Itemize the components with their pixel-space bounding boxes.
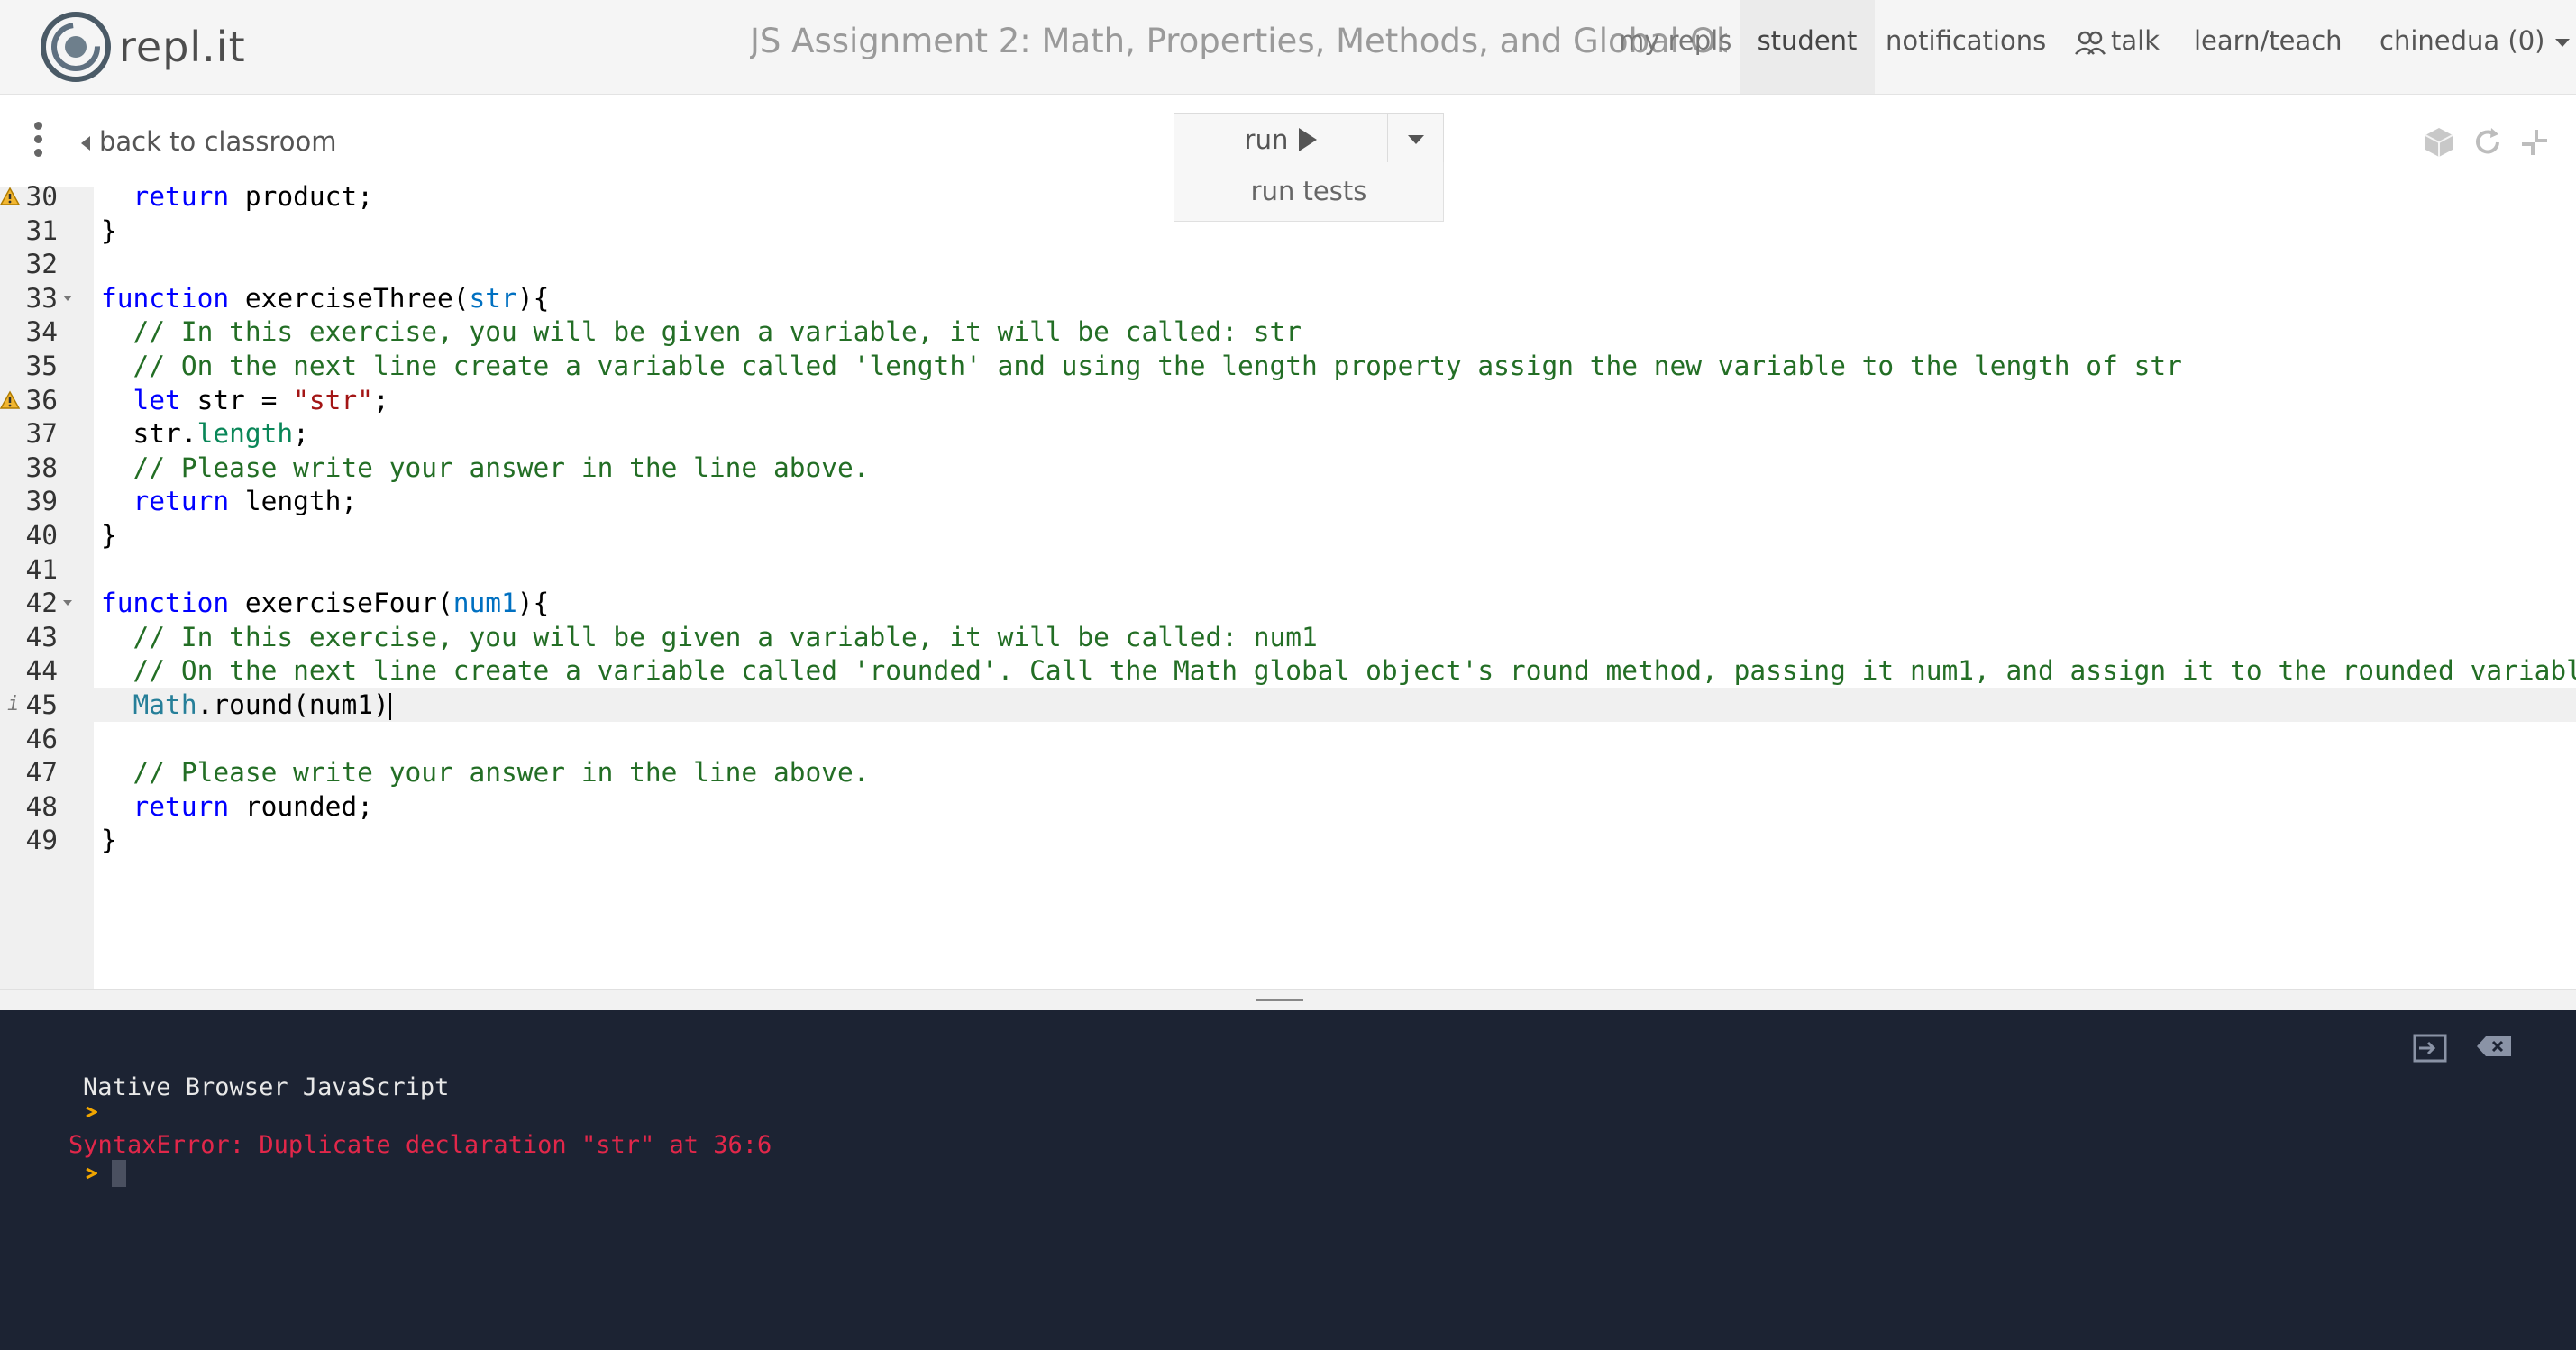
line-number: 41 (25, 553, 58, 585)
code-text[interactable]: // Please write your answer in the line … (101, 755, 870, 789)
code-text[interactable]: // On the next line create a variable ca… (101, 653, 2576, 688)
logo-text: repl.it (119, 23, 246, 71)
code-text[interactable]: str.length; (101, 416, 309, 451)
fold-arrow-icon[interactable] (63, 600, 72, 607)
console-panel[interactable]: Native Browser JavaScript SyntaxError: D… (0, 1010, 2576, 1350)
chevron-down-icon (2555, 38, 2571, 47)
code-text[interactable]: function exerciseFour(num1){ (101, 586, 549, 620)
code-text[interactable]: function exerciseThree(str){ (101, 281, 549, 315)
code-line[interactable]: 41 (0, 552, 2576, 587)
line-number: 40 (25, 520, 58, 551)
line-number: 35 (25, 351, 58, 381)
line-number: 38 (25, 452, 58, 483)
panel-resize-handle[interactable] (0, 989, 2576, 1011)
console-input-icon[interactable] (2412, 1033, 2448, 1063)
repl-title: JS Assignment 2: Math, Properties, Metho… (750, 22, 1727, 60)
code-line[interactable]: 33 function exerciseThree(str){ (0, 281, 2576, 315)
code-line[interactable]: 32 (0, 247, 2576, 281)
code-text[interactable]: } (101, 518, 117, 552)
warning-icon[interactable] (0, 390, 20, 410)
run-button[interactable]: run (1174, 113, 1388, 167)
prompt-chevron-icon (86, 1106, 97, 1118)
code-line[interactable]: 44 // On the next line create a variable… (0, 653, 2576, 688)
line-number: 49 (25, 825, 58, 856)
code-text[interactable]: return product; (101, 179, 373, 214)
code-text[interactable]: Math.round(num1) (101, 688, 391, 722)
nav-talk[interactable]: talk (2075, 0, 2160, 94)
code-text[interactable]: } (101, 214, 117, 248)
code-line[interactable]: 47 // Please write your answer in the li… (0, 755, 2576, 789)
nav-notifications[interactable]: notifications (1886, 0, 2046, 94)
top-navigation-bar: repl.it JS Assignment 2: Math, Propertie… (0, 0, 2576, 95)
code-line[interactable]: 40} (0, 518, 2576, 552)
console-header: Native Browser JavaScript (83, 1073, 450, 1101)
line-number: 34 (25, 316, 58, 348)
people-icon (2075, 31, 2106, 55)
line-number: 42 (25, 588, 58, 619)
code-editor[interactable]: 30 return product; 31} 32 33 function exerci… (0, 181, 2576, 1165)
code-text[interactable]: // Please write your answer in the line … (101, 451, 870, 485)
code-line[interactable]: 39 return length; (0, 484, 2576, 518)
code-line[interactable]: 49} (0, 823, 2576, 857)
more-options-icon[interactable] (29, 122, 47, 167)
line-number: 33 (25, 282, 58, 314)
collapse-icon[interactable] (2517, 124, 2553, 160)
prompt-chevron-icon (86, 1167, 97, 1180)
warning-icon[interactable] (0, 187, 20, 206)
code-line[interactable]: 34 // In this exercise, you will be give… (0, 315, 2576, 349)
console-input-cursor[interactable] (112, 1160, 126, 1187)
code-text[interactable]: // On the next line create a variable ca… (101, 349, 2182, 383)
code-text[interactable]: } (101, 823, 117, 857)
fold-arrow-icon[interactable] (63, 295, 72, 301)
line-number: 37 (25, 418, 58, 450)
line-number: 46 (25, 723, 58, 754)
nav-student[interactable]: student (1740, 0, 1875, 94)
play-icon (1299, 128, 1318, 151)
line-number: 44 (25, 655, 58, 687)
package-icon[interactable] (2421, 124, 2457, 160)
code-line[interactable]: 43 // In this exercise, you will be give… (0, 620, 2576, 654)
code-line[interactable]: 35 // On the next line create a variable… (0, 349, 2576, 383)
line-number: 31 (25, 214, 58, 246)
code-text[interactable]: return length; (101, 484, 358, 518)
code-text[interactable]: let str = "str"; (101, 383, 389, 417)
nav-learn-teach[interactable]: learn/teach (2194, 0, 2343, 94)
console-error-message: SyntaxError: Duplicate declaration "str"… (69, 1131, 772, 1159)
nav-my-repls[interactable]: my repls (1619, 0, 1731, 94)
code-text[interactable]: // In this exercise, you will be given a… (101, 620, 1318, 654)
run-label: run (1244, 124, 1289, 155)
code-line[interactable]: 46 (0, 722, 2576, 756)
replit-spiral-icon (41, 12, 111, 82)
line-number: 39 (25, 486, 58, 517)
back-to-classroom-label: back to classroom (99, 126, 337, 157)
user-menu[interactable]: chinedua (0) (2380, 0, 2571, 94)
code-line[interactable]: 37 str.length; (0, 416, 2576, 451)
code-text[interactable]: return rounded; (101, 789, 373, 824)
info-icon[interactable]: i (7, 688, 19, 722)
line-number: 43 (25, 621, 58, 652)
back-to-classroom-link[interactable]: back to classroom (81, 120, 336, 163)
clear-console-icon[interactable] (2475, 1033, 2513, 1060)
run-menu-item-run-tests[interactable]: run tests (1174, 162, 1444, 222)
nav-talk-label: talk (2111, 25, 2160, 56)
user-menu-label: chinedua (0) (2380, 25, 2545, 56)
text-cursor (388, 692, 391, 720)
code-line[interactable]: 36 let str = "str"; (0, 383, 2576, 417)
code-line[interactable]: 45 i Math.round(num1) (0, 688, 2576, 722)
code-text[interactable]: // In this exercise, you will be given a… (101, 315, 1302, 349)
chevron-down-icon (1407, 135, 1424, 144)
drag-handle-icon (1256, 999, 1303, 1001)
code-line[interactable]: 42 function exerciseFour(num1){ (0, 586, 2576, 620)
run-options-dropdown[interactable] (1388, 113, 1444, 167)
line-number: 32 (25, 249, 58, 280)
code-line[interactable]: 48 return rounded; (0, 789, 2576, 824)
chevron-left-icon (81, 136, 90, 151)
line-number: 48 (25, 790, 58, 822)
refresh-icon[interactable] (2470, 124, 2506, 160)
code-line[interactable]: 38 // Please write your answer in the li… (0, 451, 2576, 485)
replit-logo[interactable]: repl.it (40, 4, 246, 90)
line-number: 47 (25, 757, 58, 789)
